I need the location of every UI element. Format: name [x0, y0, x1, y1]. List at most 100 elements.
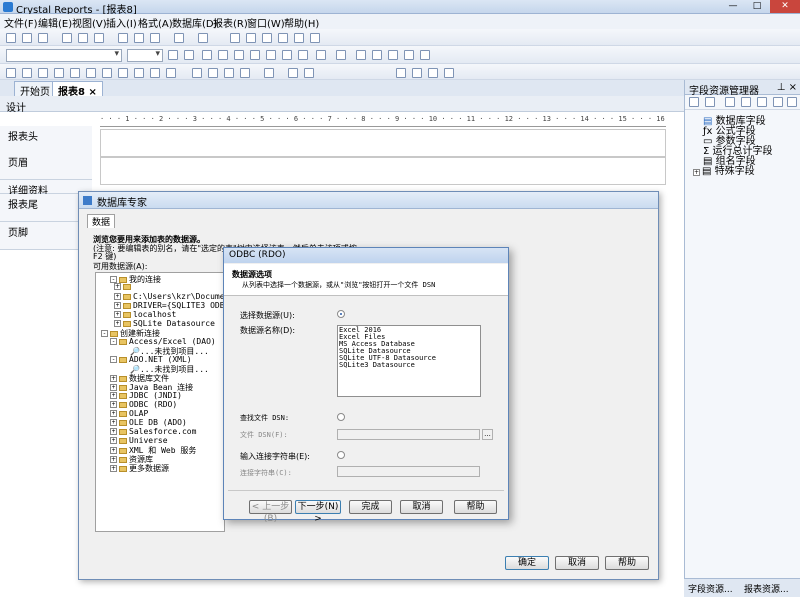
menu-database[interactable]: 数据库(D) [172, 15, 218, 30]
refresh-icon[interactable] [264, 68, 274, 78]
cut-icon[interactable] [118, 33, 128, 43]
next-button[interactable]: 下一步(N) > [295, 500, 341, 524]
ok-button[interactable]: 确定 [505, 556, 549, 570]
insert-crosstab-icon[interactable] [54, 68, 64, 78]
insert-box-icon[interactable] [102, 68, 112, 78]
navigate-icon[interactable] [396, 68, 406, 78]
help-button[interactable]: 帮助 [605, 556, 649, 570]
select-expert-icon[interactable] [278, 33, 288, 43]
browse-button[interactable]: ... [482, 429, 493, 440]
menu-insert[interactable]: 插入(I) [106, 15, 137, 30]
save-icon[interactable] [38, 33, 48, 43]
tree-node-universe[interactable]: + Universe [110, 436, 168, 445]
available-datasources-tree[interactable]: -我的连接 + +C:\Users\kzr\Documents\Gr +DRIV… [95, 272, 225, 532]
insert-chart-icon[interactable] [134, 68, 144, 78]
tab-start-page[interactable]: 开始页 [14, 81, 56, 98]
sort-icon[interactable] [262, 33, 272, 43]
thousands-icon[interactable] [388, 50, 398, 60]
insert-subreport-icon[interactable] [70, 68, 80, 78]
toolbar-icon[interactable] [310, 33, 320, 43]
tree-item-special-fields[interactable]: + ▤ 特殊字段 [693, 162, 755, 177]
insert-to-report-icon[interactable] [689, 97, 699, 107]
border-icon[interactable] [336, 50, 346, 60]
list-item[interactable]: SQLite3 Datasource [339, 362, 479, 369]
tree-node-connection[interactable]: + [114, 283, 133, 290]
tab-data[interactable]: 数据 [87, 214, 116, 228]
search-icon[interactable] [444, 68, 454, 78]
tab-field-explorer[interactable]: 字段资源... [688, 582, 733, 595]
odbc-titlebar[interactable]: ODBC (RDO) [224, 248, 508, 263]
tab-report-explorer[interactable]: 报表资源... [744, 582, 789, 595]
insert-summary-icon[interactable] [38, 68, 48, 78]
database-expert-titlebar[interactable]: 数据库专家 [79, 192, 658, 209]
group-expert-icon[interactable] [246, 33, 256, 43]
toggle-guide-icon[interactable] [304, 68, 314, 78]
cancel-button[interactable]: 取消 [555, 556, 599, 570]
font-size-combo[interactable] [127, 49, 163, 62]
new-icon[interactable] [6, 33, 16, 43]
finish-button[interactable]: 完成 [349, 500, 392, 514]
export-icon[interactable] [94, 33, 104, 43]
tree-node-more-datasources[interactable]: + 更多数据源 [110, 463, 169, 474]
undo-icon[interactable] [174, 33, 184, 43]
menu-view[interactable]: 视图(V) [72, 15, 107, 30]
rename-icon[interactable] [773, 97, 783, 107]
select-datasource-radio[interactable] [337, 310, 345, 318]
tree-node-ado-net[interactable]: - ADO.NET (XML) [110, 355, 192, 364]
report-explorer-icon[interactable] [208, 68, 218, 78]
menu-window[interactable]: 窗口(W) [247, 15, 285, 30]
tree-node-connection[interactable]: +DRIVER={SQLITE3 ODBC DRIVE [114, 301, 224, 310]
find-dsn-radio[interactable] [337, 413, 345, 421]
tree-node-salesforce[interactable]: + Salesforce.com [110, 427, 196, 436]
insert-olap-icon[interactable] [166, 68, 176, 78]
panel-pin-close-icon[interactable]: ⊥ × [777, 82, 797, 93]
menu-help[interactable]: 帮助(H) [284, 15, 319, 30]
decimal-icon[interactable] [420, 50, 430, 60]
page-header-band[interactable] [100, 157, 666, 185]
menu-edit[interactable]: 编辑(E) [38, 15, 72, 30]
back-button[interactable]: < 上一步(B) [249, 500, 292, 524]
percent-icon[interactable] [404, 50, 414, 60]
close-button[interactable]: ✕ [770, 0, 800, 13]
tree-node-connection[interactable]: +C:\Users\kzr\Documents\Gr [114, 292, 224, 301]
align-center-icon[interactable] [266, 50, 276, 60]
field-explorer-icon[interactable] [192, 68, 202, 78]
cancel-button[interactable]: 取消 [400, 500, 443, 514]
toggle-grid-icon[interactable] [288, 68, 298, 78]
copy-icon[interactable] [134, 33, 144, 43]
formula-workshop-icon[interactable] [294, 33, 304, 43]
open-icon[interactable] [22, 33, 32, 43]
datasource-list[interactable]: Excel 2016 Excel Files MS Access Databas… [337, 325, 481, 397]
database-expert-icon[interactable] [230, 33, 240, 43]
connection-string-field[interactable] [337, 466, 480, 477]
paste-icon[interactable] [150, 33, 160, 43]
print-icon[interactable] [62, 33, 72, 43]
menu-format[interactable]: 格式(A) [138, 15, 173, 30]
repository-icon[interactable] [224, 68, 234, 78]
tab-report8[interactable]: 报表8 × [52, 81, 103, 98]
insert-line-icon[interactable] [86, 68, 96, 78]
insert-map-icon[interactable] [150, 68, 160, 78]
insert-text-icon[interactable] [6, 68, 16, 78]
minimize-button[interactable]: — [722, 0, 744, 13]
tree-node-olap[interactable]: + OLAP [110, 409, 148, 418]
section-page-header[interactable]: 页眉 [0, 152, 92, 180]
delete-icon[interactable] [787, 97, 797, 107]
tree-node-access-excel[interactable]: - Access/Excel (DAO) [110, 337, 216, 346]
redo-icon[interactable] [198, 33, 208, 43]
new-field-icon[interactable] [725, 97, 735, 107]
file-dsn-field[interactable] [337, 429, 480, 440]
tree-node-odbc[interactable]: + ODBC (RDO) [110, 400, 177, 409]
stop-icon[interactable] [428, 68, 438, 78]
underline-icon[interactable] [234, 50, 244, 60]
shrink-font-icon[interactable] [184, 50, 194, 60]
align-right-icon[interactable] [282, 50, 292, 60]
font-name-combo[interactable] [6, 49, 122, 62]
report-header-band[interactable] [100, 129, 666, 157]
duplicate-icon[interactable] [757, 97, 767, 107]
help-button[interactable]: 帮助 [454, 500, 497, 514]
horizontal-ruler[interactable]: · · · 1 · · · 2 · · · 3 · · · 4 · · · 5 … [100, 115, 666, 127]
browse-data-icon[interactable] [705, 97, 715, 107]
enter-connection-string-radio[interactable] [337, 451, 345, 459]
preview-icon[interactable] [78, 33, 88, 43]
